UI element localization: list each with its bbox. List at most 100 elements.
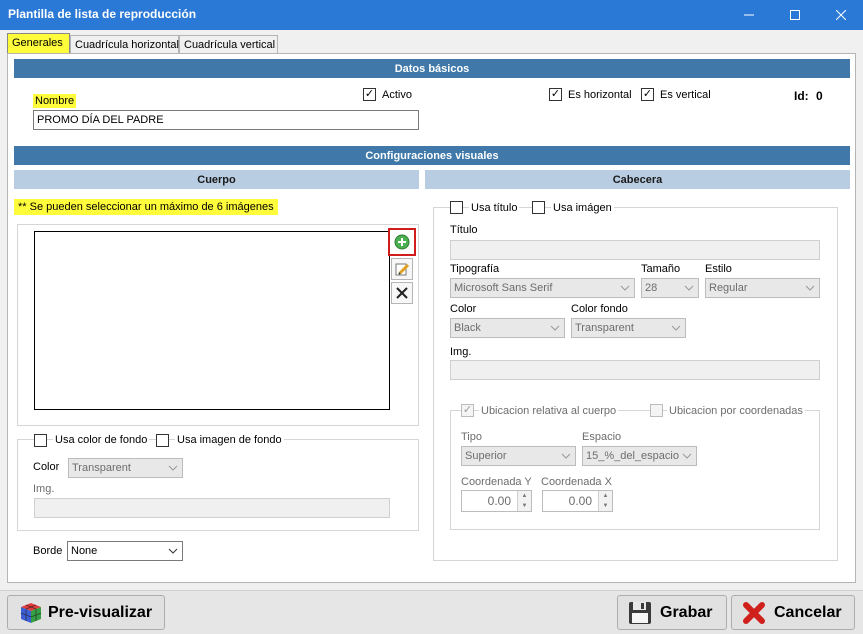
cabecera-color-label: Color: [450, 303, 477, 315]
usa-imagen-checkbox[interactable]: [532, 201, 545, 214]
coord-x-stepper[interactable]: 0.00 ▲ ▼: [542, 490, 613, 512]
chevron-up-icon: ▲: [521, 493, 528, 499]
tab-cuadricula-horizontal[interactable]: Cuadrícula horizontal: [70, 35, 179, 54]
add-image-button[interactable]: [388, 228, 416, 256]
tamano-select[interactable]: 28: [641, 278, 699, 298]
cabecera-img-label: Img.: [450, 346, 472, 358]
chevron-down-icon: [168, 465, 178, 471]
section-header-datos-basicos: Datos básicos: [14, 59, 850, 78]
chevron-down-icon: [550, 325, 560, 331]
cuerpo-color-label: Color: [33, 461, 60, 473]
chevron-down-icon: ▼: [521, 503, 528, 509]
estilo-label: Estilo: [705, 263, 732, 275]
titulo-input[interactable]: [450, 240, 820, 260]
images-list[interactable]: [34, 231, 390, 410]
id-label: Id:: [794, 89, 809, 103]
tipografia-label: Tipografía: [450, 263, 500, 275]
coord-x-value: 0.00: [568, 494, 592, 508]
cuerpo-img-input[interactable]: [34, 498, 390, 518]
espacio-select[interactable]: 15_%_del_espacio: [582, 446, 697, 466]
cancel-label: Cancelar: [774, 603, 842, 621]
tab-generales[interactable]: Generales: [7, 33, 70, 53]
preview-label: Pre-visualizar: [48, 603, 153, 621]
es-vertical-checkbox[interactable]: ✓: [641, 88, 654, 101]
es-vertical-label: Es vertical: [660, 89, 711, 101]
usa-imagen-label: Usa imágen: [551, 202, 614, 214]
usa-titulo-label: Usa título: [469, 202, 520, 214]
cabecera-color-select[interactable]: Black: [450, 318, 565, 338]
nombre-label: Nombre: [33, 94, 77, 108]
ubicacion-group: [450, 410, 820, 530]
usa-color-fondo-checkbox[interactable]: [34, 434, 47, 447]
cuerpo-color-value: Transparent: [72, 462, 131, 474]
preview-button[interactable]: Pre-visualizar: [7, 595, 165, 630]
tamano-label: Tamaño: [641, 263, 681, 275]
usa-imagen-fondo-checkbox[interactable]: [156, 434, 169, 447]
red-x-icon: [743, 601, 765, 624]
usa-color-fondo-label: Usa color de fondo: [53, 434, 150, 446]
ubicacion-coordenadas-label: Ubicacion por coordenadas: [667, 405, 805, 417]
borde-select[interactable]: None: [67, 541, 183, 561]
minimize-button[interactable]: [726, 0, 772, 30]
tipo-select[interactable]: Superior: [461, 446, 576, 466]
chevron-down-icon: [671, 325, 681, 331]
tipo-value: Superior: [465, 450, 507, 462]
delete-image-button[interactable]: [391, 282, 413, 304]
chevron-down-icon: [682, 453, 692, 459]
ubicacion-relativa-label: Ubicacion relativa al cuerpo: [479, 405, 619, 417]
cancel-button[interactable]: Cancelar: [731, 595, 855, 630]
max-images-note: ** Se pueden seleccionar un máximo de 6 …: [14, 199, 278, 215]
usa-imagen-fondo-label: Usa imagen de fondo: [175, 434, 284, 446]
es-horizontal-label: Es horizontal: [568, 89, 632, 101]
color-fondo-select[interactable]: Transparent: [571, 318, 686, 338]
usa-titulo-checkbox[interactable]: [450, 201, 463, 214]
estilo-select[interactable]: Regular: [705, 278, 820, 298]
coord-x-label: Coordenada X: [541, 476, 612, 488]
title-bar: Plantilla de lista de reproducción: [0, 0, 863, 30]
color-fondo-label: Color fondo: [571, 303, 628, 315]
activo-label: Activo: [382, 89, 412, 101]
coord-y-stepper[interactable]: 0.00 ▲ ▼: [461, 490, 532, 512]
espacio-label: Espacio: [582, 431, 622, 443]
edit-icon: [395, 263, 410, 276]
activo-checkbox[interactable]: ✓: [363, 88, 376, 101]
chevron-down-icon: [620, 285, 630, 291]
tipo-label: Tipo: [461, 431, 482, 443]
es-horizontal-checkbox[interactable]: ✓: [549, 88, 562, 101]
maximize-button[interactable]: [772, 0, 818, 30]
save-button[interactable]: Grabar: [617, 595, 727, 630]
espacio-value: 15_%_del_espacio: [586, 450, 679, 462]
section-header-configuraciones-visuales: Configuraciones visuales: [14, 146, 850, 165]
floppy-disk-icon: [629, 601, 651, 624]
id-value: 0: [816, 89, 823, 103]
chevron-down-icon: ▼: [602, 503, 609, 509]
save-label: Grabar: [660, 603, 713, 621]
tab-cuadricula-vertical[interactable]: Cuadrícula vertical: [179, 35, 278, 54]
cabecera-color-value: Black: [454, 322, 481, 334]
coord-y-spin-buttons[interactable]: ▲ ▼: [517, 491, 531, 511]
close-icon: [836, 10, 846, 20]
maximize-icon: [790, 10, 800, 20]
color-fondo-value: Transparent: [575, 322, 634, 334]
cabecera-img-input[interactable]: [450, 360, 820, 380]
minimize-icon: [744, 14, 754, 16]
coord-x-spin-buttons[interactable]: ▲ ▼: [598, 491, 612, 511]
rubiks-cube-icon: [20, 602, 42, 623]
chevron-down-icon: [684, 285, 694, 291]
delete-icon: [396, 287, 408, 299]
ubicacion-relativa-checkbox[interactable]: ✓: [461, 404, 474, 417]
nombre-input[interactable]: PROMO DÍA DEL PADRE: [33, 110, 419, 130]
tipografia-select[interactable]: Microsoft Sans Serif: [450, 278, 635, 298]
add-icon: [394, 234, 410, 250]
tipografia-value: Microsoft Sans Serif: [454, 282, 553, 294]
edit-image-button[interactable]: [391, 258, 413, 280]
tamano-value: 28: [645, 282, 658, 294]
cuerpo-color-select[interactable]: Transparent: [68, 458, 183, 478]
chevron-up-icon: ▲: [602, 493, 609, 499]
chevron-down-icon: [168, 548, 178, 554]
ubicacion-coordenadas-checkbox[interactable]: [650, 404, 663, 417]
chevron-down-icon: [561, 453, 571, 459]
estilo-value: Regular: [709, 282, 748, 294]
close-button[interactable]: [818, 0, 863, 30]
coord-y-label: Coordenada Y: [461, 476, 532, 488]
